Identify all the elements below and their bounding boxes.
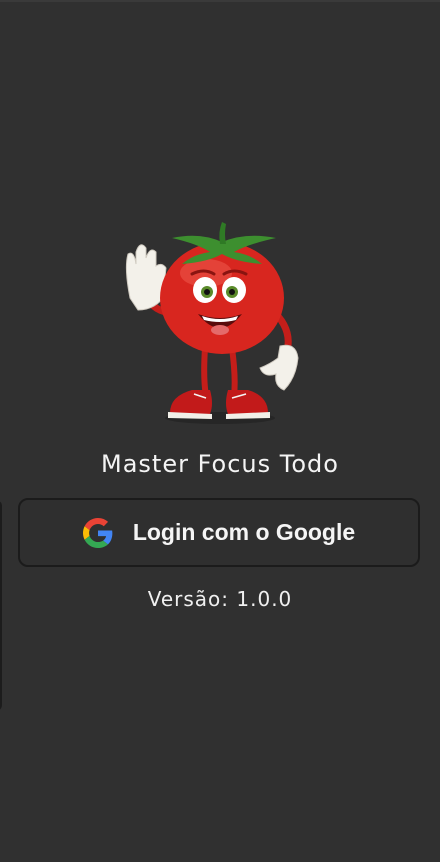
google-login-button[interactable]: Login com o Google bbox=[18, 498, 420, 567]
tomato-mascot-icon bbox=[125, 222, 299, 424]
google-icon bbox=[82, 517, 113, 548]
app-title: Master Focus Todo bbox=[101, 450, 339, 478]
version-text: Versão: 1.0.0 bbox=[147, 587, 293, 611]
top-edge bbox=[0, 0, 440, 2]
google-login-label: Login com o Google bbox=[132, 519, 356, 545]
login-screen: Master Focus Todo Login com o Google Ver… bbox=[0, 0, 440, 862]
